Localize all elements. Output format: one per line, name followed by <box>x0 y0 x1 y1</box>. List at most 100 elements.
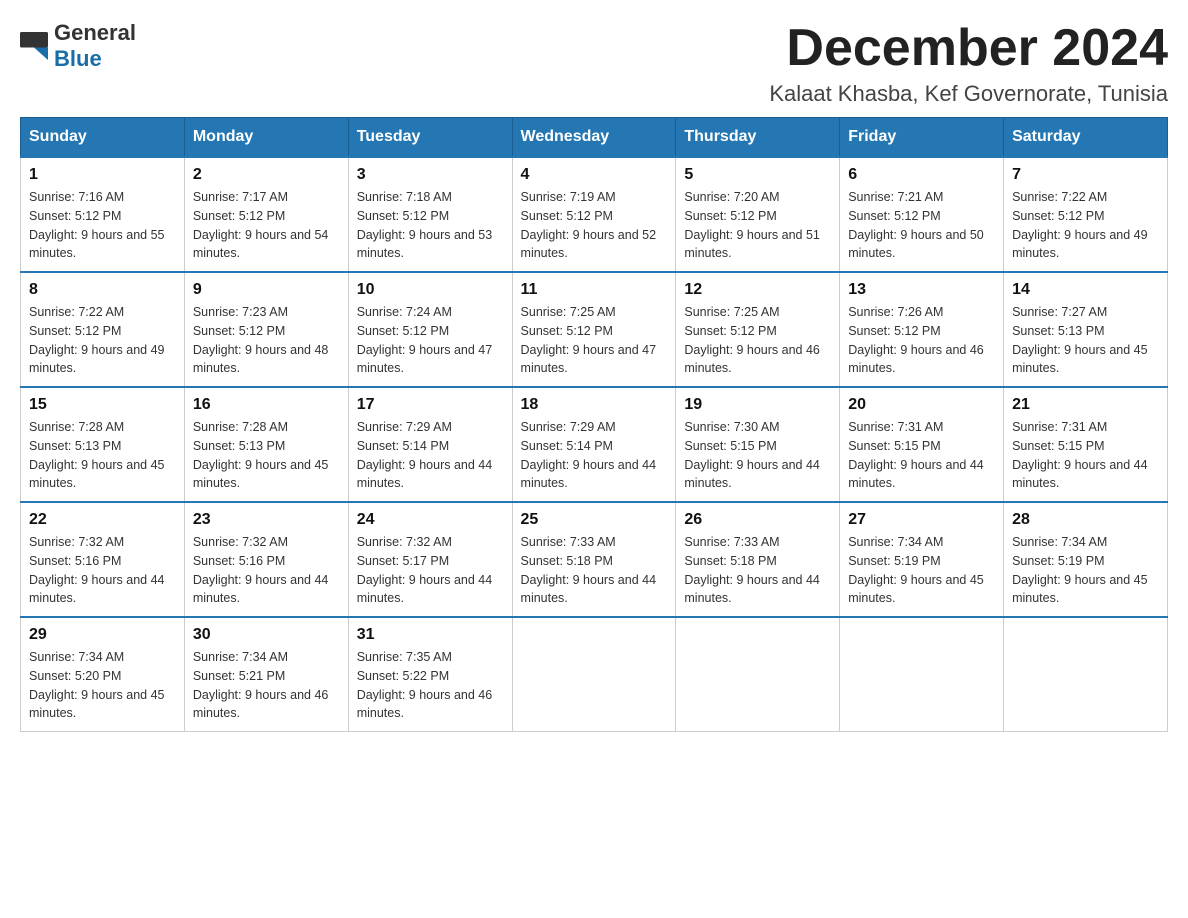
day-number: 10 <box>357 281 504 299</box>
calendar-header-row: Sunday Monday Tuesday Wednesday Thursday… <box>21 118 1168 158</box>
calendar-cell: 5 Sunrise: 7:20 AM Sunset: 5:12 PM Dayli… <box>676 157 840 272</box>
logo-blue: Blue <box>54 46 102 71</box>
day-number: 19 <box>684 396 831 414</box>
day-number: 24 <box>357 511 504 529</box>
day-info: Sunrise: 7:22 AM Sunset: 5:12 PM Dayligh… <box>1012 188 1159 263</box>
header-monday: Monday <box>184 118 348 158</box>
day-info: Sunrise: 7:32 AM Sunset: 5:16 PM Dayligh… <box>29 533 176 608</box>
day-number: 27 <box>848 511 995 529</box>
calendar-cell: 25 Sunrise: 7:33 AM Sunset: 5:18 PM Dayl… <box>512 502 676 617</box>
week-row-4: 22 Sunrise: 7:32 AM Sunset: 5:16 PM Dayl… <box>21 502 1168 617</box>
day-info: Sunrise: 7:25 AM Sunset: 5:12 PM Dayligh… <box>684 303 831 378</box>
day-number: 25 <box>521 511 668 529</box>
calendar-cell: 28 Sunrise: 7:34 AM Sunset: 5:19 PM Dayl… <box>1004 502 1168 617</box>
day-info: Sunrise: 7:33 AM Sunset: 5:18 PM Dayligh… <box>684 533 831 608</box>
day-info: Sunrise: 7:16 AM Sunset: 5:12 PM Dayligh… <box>29 188 176 263</box>
calendar-cell: 1 Sunrise: 7:16 AM Sunset: 5:12 PM Dayli… <box>21 157 185 272</box>
week-row-3: 15 Sunrise: 7:28 AM Sunset: 5:13 PM Dayl… <box>21 387 1168 502</box>
day-number: 30 <box>193 626 340 644</box>
day-info: Sunrise: 7:33 AM Sunset: 5:18 PM Dayligh… <box>521 533 668 608</box>
day-info: Sunrise: 7:34 AM Sunset: 5:21 PM Dayligh… <box>193 648 340 723</box>
calendar-cell: 8 Sunrise: 7:22 AM Sunset: 5:12 PM Dayli… <box>21 272 185 387</box>
calendar-cell: 10 Sunrise: 7:24 AM Sunset: 5:12 PM Dayl… <box>348 272 512 387</box>
calendar-cell <box>512 617 676 732</box>
calendar-cell: 7 Sunrise: 7:22 AM Sunset: 5:12 PM Dayli… <box>1004 157 1168 272</box>
day-number: 7 <box>1012 166 1159 184</box>
day-info: Sunrise: 7:18 AM Sunset: 5:12 PM Dayligh… <box>357 188 504 263</box>
day-number: 3 <box>357 166 504 184</box>
day-info: Sunrise: 7:23 AM Sunset: 5:12 PM Dayligh… <box>193 303 340 378</box>
day-info: Sunrise: 7:32 AM Sunset: 5:16 PM Dayligh… <box>193 533 340 608</box>
header-tuesday: Tuesday <box>348 118 512 158</box>
day-number: 11 <box>521 281 668 299</box>
calendar-cell: 30 Sunrise: 7:34 AM Sunset: 5:21 PM Dayl… <box>184 617 348 732</box>
day-info: Sunrise: 7:31 AM Sunset: 5:15 PM Dayligh… <box>1012 418 1159 493</box>
day-info: Sunrise: 7:20 AM Sunset: 5:12 PM Dayligh… <box>684 188 831 263</box>
day-info: Sunrise: 7:32 AM Sunset: 5:17 PM Dayligh… <box>357 533 504 608</box>
day-number: 4 <box>521 166 668 184</box>
day-number: 8 <box>29 281 176 299</box>
day-number: 5 <box>684 166 831 184</box>
calendar-cell: 17 Sunrise: 7:29 AM Sunset: 5:14 PM Dayl… <box>348 387 512 502</box>
day-info: Sunrise: 7:29 AM Sunset: 5:14 PM Dayligh… <box>521 418 668 493</box>
day-info: Sunrise: 7:24 AM Sunset: 5:12 PM Dayligh… <box>357 303 504 378</box>
day-number: 2 <box>193 166 340 184</box>
logo-general: General <box>54 20 136 45</box>
day-info: Sunrise: 7:19 AM Sunset: 5:12 PM Dayligh… <box>521 188 668 263</box>
day-number: 31 <box>357 626 504 644</box>
calendar-cell: 27 Sunrise: 7:34 AM Sunset: 5:19 PM Dayl… <box>840 502 1004 617</box>
day-info: Sunrise: 7:27 AM Sunset: 5:13 PM Dayligh… <box>1012 303 1159 378</box>
title-block: December 2024 Kalaat Khasba, Kef Governo… <box>769 20 1168 107</box>
day-number: 12 <box>684 281 831 299</box>
calendar-cell: 4 Sunrise: 7:19 AM Sunset: 5:12 PM Dayli… <box>512 157 676 272</box>
day-number: 15 <box>29 396 176 414</box>
calendar-cell: 12 Sunrise: 7:25 AM Sunset: 5:12 PM Dayl… <box>676 272 840 387</box>
page-header: General Blue December 2024 Kalaat Khasba… <box>20 20 1168 107</box>
day-info: Sunrise: 7:34 AM Sunset: 5:19 PM Dayligh… <box>1012 533 1159 608</box>
header-friday: Friday <box>840 118 1004 158</box>
day-number: 22 <box>29 511 176 529</box>
calendar-cell: 19 Sunrise: 7:30 AM Sunset: 5:15 PM Dayl… <box>676 387 840 502</box>
logo-icon <box>20 32 48 60</box>
header-saturday: Saturday <box>1004 118 1168 158</box>
logo: General Blue <box>20 20 136 72</box>
calendar-cell: 26 Sunrise: 7:33 AM Sunset: 5:18 PM Dayl… <box>676 502 840 617</box>
calendar-cell: 9 Sunrise: 7:23 AM Sunset: 5:12 PM Dayli… <box>184 272 348 387</box>
calendar-cell: 16 Sunrise: 7:28 AM Sunset: 5:13 PM Dayl… <box>184 387 348 502</box>
month-title: December 2024 <box>769 20 1168 77</box>
calendar-cell: 18 Sunrise: 7:29 AM Sunset: 5:14 PM Dayl… <box>512 387 676 502</box>
calendar-cell <box>676 617 840 732</box>
calendar-table: Sunday Monday Tuesday Wednesday Thursday… <box>20 117 1168 732</box>
calendar-cell: 20 Sunrise: 7:31 AM Sunset: 5:15 PM Dayl… <box>840 387 1004 502</box>
calendar-cell: 15 Sunrise: 7:28 AM Sunset: 5:13 PM Dayl… <box>21 387 185 502</box>
calendar-cell <box>1004 617 1168 732</box>
calendar-cell <box>840 617 1004 732</box>
week-row-1: 1 Sunrise: 7:16 AM Sunset: 5:12 PM Dayli… <box>21 157 1168 272</box>
day-number: 28 <box>1012 511 1159 529</box>
day-info: Sunrise: 7:34 AM Sunset: 5:19 PM Dayligh… <box>848 533 995 608</box>
calendar-cell: 14 Sunrise: 7:27 AM Sunset: 5:13 PM Dayl… <box>1004 272 1168 387</box>
header-wednesday: Wednesday <box>512 118 676 158</box>
day-info: Sunrise: 7:21 AM Sunset: 5:12 PM Dayligh… <box>848 188 995 263</box>
day-number: 14 <box>1012 281 1159 299</box>
day-number: 17 <box>357 396 504 414</box>
calendar-cell: 31 Sunrise: 7:35 AM Sunset: 5:22 PM Dayl… <box>348 617 512 732</box>
calendar-cell: 24 Sunrise: 7:32 AM Sunset: 5:17 PM Dayl… <box>348 502 512 617</box>
calendar-cell: 29 Sunrise: 7:34 AM Sunset: 5:20 PM Dayl… <box>21 617 185 732</box>
day-number: 13 <box>848 281 995 299</box>
calendar-cell: 21 Sunrise: 7:31 AM Sunset: 5:15 PM Dayl… <box>1004 387 1168 502</box>
day-number: 16 <box>193 396 340 414</box>
calendar-cell: 13 Sunrise: 7:26 AM Sunset: 5:12 PM Dayl… <box>840 272 1004 387</box>
header-thursday: Thursday <box>676 118 840 158</box>
calendar-cell: 11 Sunrise: 7:25 AM Sunset: 5:12 PM Dayl… <box>512 272 676 387</box>
day-info: Sunrise: 7:26 AM Sunset: 5:12 PM Dayligh… <box>848 303 995 378</box>
day-info: Sunrise: 7:34 AM Sunset: 5:20 PM Dayligh… <box>29 648 176 723</box>
day-info: Sunrise: 7:22 AM Sunset: 5:12 PM Dayligh… <box>29 303 176 378</box>
day-info: Sunrise: 7:17 AM Sunset: 5:12 PM Dayligh… <box>193 188 340 263</box>
week-row-2: 8 Sunrise: 7:22 AM Sunset: 5:12 PM Dayli… <box>21 272 1168 387</box>
day-number: 9 <box>193 281 340 299</box>
day-number: 29 <box>29 626 176 644</box>
calendar-cell: 22 Sunrise: 7:32 AM Sunset: 5:16 PM Dayl… <box>21 502 185 617</box>
day-info: Sunrise: 7:35 AM Sunset: 5:22 PM Dayligh… <box>357 648 504 723</box>
day-info: Sunrise: 7:29 AM Sunset: 5:14 PM Dayligh… <box>357 418 504 493</box>
